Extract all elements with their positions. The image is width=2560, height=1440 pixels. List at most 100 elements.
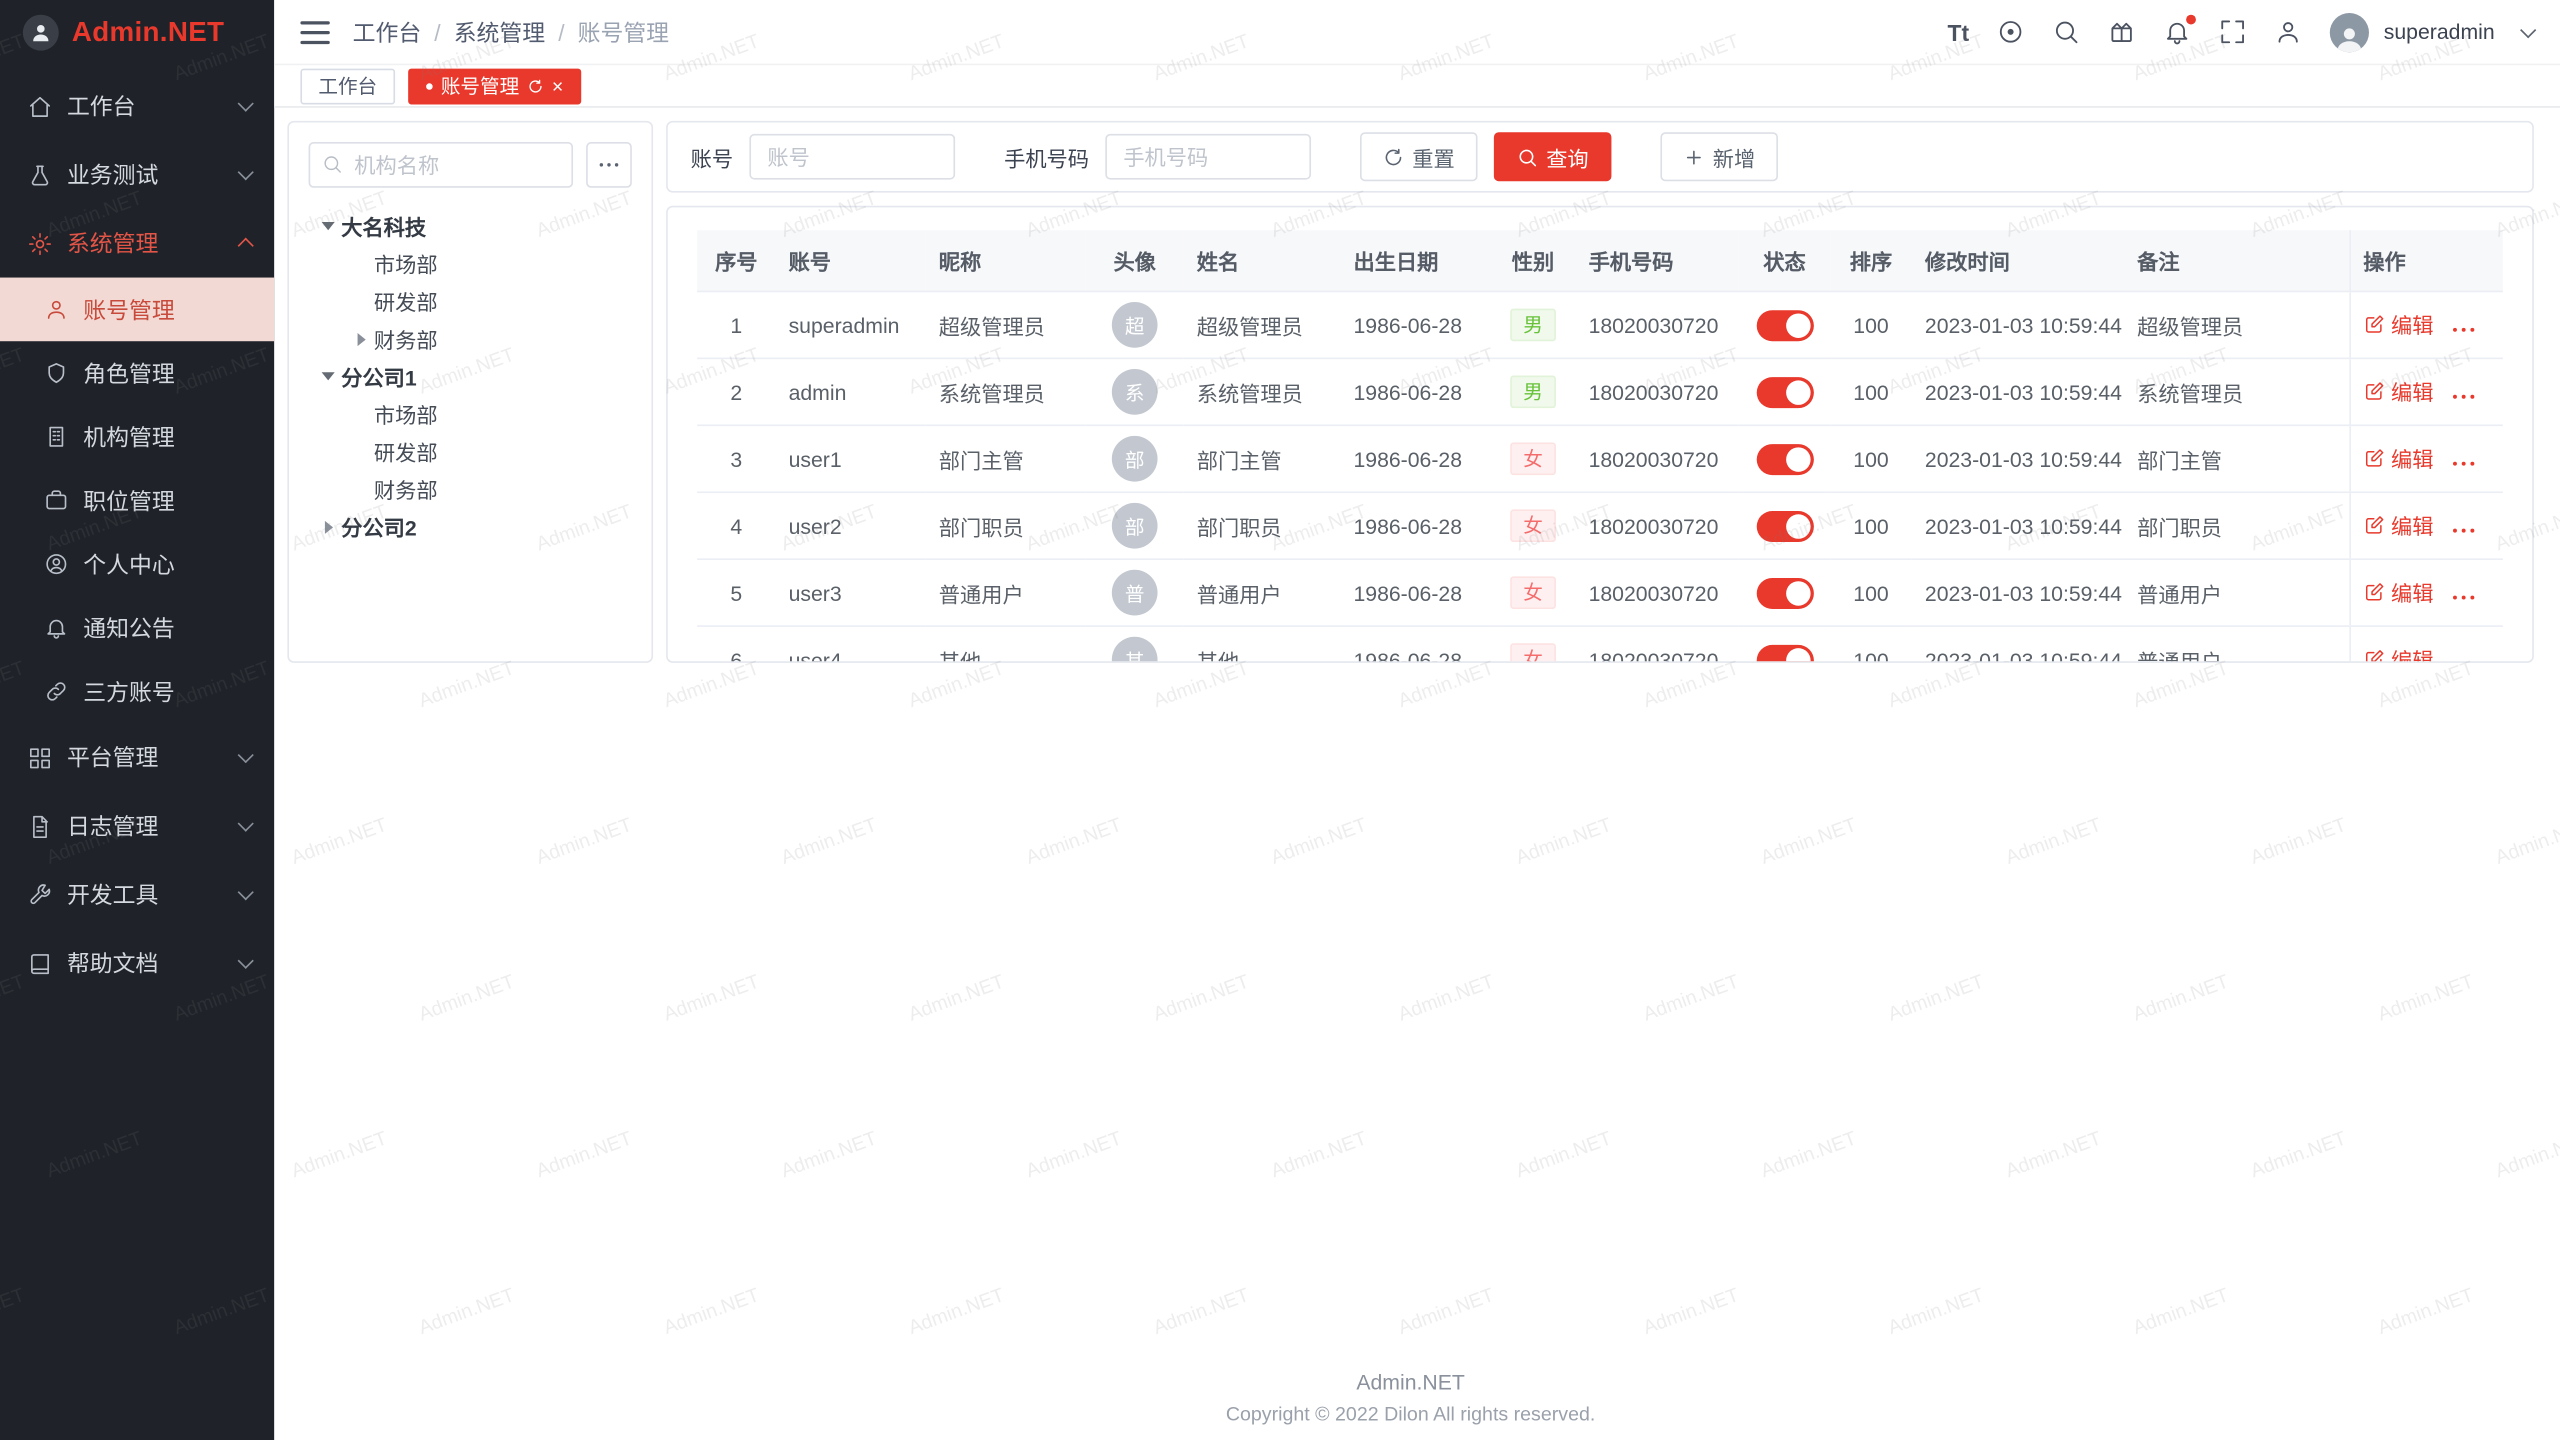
sidebar-item-label: 平台管理: [67, 741, 225, 774]
sidebar-item-help-docs[interactable]: 帮助文档: [0, 929, 274, 998]
sidebar-item-label: 机构管理: [83, 420, 174, 453]
tree-node[interactable]: 研发部: [348, 282, 632, 320]
tree-node-label: 分公司1: [341, 361, 416, 392]
user-settings-icon[interactable]: [2274, 18, 2302, 46]
sidebar-item-platform-mgmt[interactable]: 平台管理: [0, 723, 274, 792]
col-header: 出生日期: [1340, 230, 1490, 291]
sidebar-item-org-mgmt[interactable]: 机构管理: [0, 405, 274, 469]
tree-node[interactable]: 分公司1: [315, 358, 632, 396]
account-input[interactable]: [749, 134, 955, 180]
footer-copyright: Copyright © 2022 Dilon All rights reserv…: [287, 1402, 2534, 1425]
close-icon[interactable]: ×: [552, 76, 563, 96]
tree-more-button[interactable]: [586, 142, 632, 188]
sidebar-item-position-mgmt[interactable]: 职位管理: [0, 469, 274, 533]
org-tree-panel: 大名科技 市场部 研发部 财务部: [287, 121, 653, 663]
tab-label: 账号管理: [441, 72, 519, 100]
breadcrumb-item[interactable]: 工作台: [353, 16, 422, 49]
status-toggle[interactable]: [1756, 510, 1813, 541]
org-search-input[interactable]: [309, 142, 573, 188]
menu-collapse-icon[interactable]: [300, 20, 329, 43]
more-actions-icon[interactable]: [2450, 452, 2476, 475]
tree-node[interactable]: 研发部: [348, 433, 632, 471]
caret-down-icon[interactable]: [315, 372, 341, 380]
tab-account-mgmt[interactable]: 账号管理 ×: [408, 68, 581, 104]
username[interactable]: superadmin: [2384, 20, 2495, 44]
search-icon[interactable]: [2052, 18, 2080, 46]
breadcrumb-item[interactable]: 系统管理: [454, 16, 545, 49]
reset-button[interactable]: 重置: [1360, 132, 1478, 181]
avatar[interactable]: [2330, 12, 2369, 51]
gender-badge: 女: [1510, 442, 1556, 475]
sidebar-item-log-mgmt[interactable]: 日志管理: [0, 792, 274, 861]
theme-dot-icon[interactable]: [1997, 18, 2025, 46]
caret-right-icon[interactable]: [315, 520, 341, 533]
status-toggle[interactable]: [1756, 309, 1813, 340]
tree-node[interactable]: 分公司2: [315, 508, 632, 546]
accounts-table-panel: 序号 账号 昵称 头像 姓名 出生日期 性别 手机号码 状态 排序: [666, 206, 2534, 663]
notification-bell-icon[interactable]: [2163, 18, 2191, 46]
add-button[interactable]: 新增: [1661, 132, 1779, 181]
edit-button[interactable]: 编辑: [2363, 443, 2433, 474]
edit-button[interactable]: 编辑: [2363, 510, 2433, 541]
chevron-down-icon: [238, 96, 254, 112]
more-actions-icon[interactable]: [2450, 318, 2476, 341]
sidebar-item-label: 日志管理: [67, 810, 225, 843]
status-toggle[interactable]: [1756, 644, 1813, 663]
caret-down-icon[interactable]: [315, 222, 341, 230]
sidebar-item-dev-tools[interactable]: 开发工具: [0, 860, 274, 929]
accounts-table: 序号 账号 昵称 头像 姓名 出生日期 性别 手机号码 状态 排序: [697, 230, 2503, 663]
query-button[interactable]: 查询: [1494, 132, 1612, 181]
footer-title: Admin.NET: [287, 1370, 2534, 1394]
sidebar-item-label: 开发工具: [67, 878, 225, 911]
edit-button[interactable]: 编辑: [2363, 376, 2433, 407]
app-root: Admin.NET 工作台 业务测试 系统管理 账号管理: [0, 0, 2560, 1440]
phone-input[interactable]: [1105, 134, 1311, 180]
tree-node[interactable]: 市场部: [348, 245, 632, 283]
edit-button[interactable]: 编辑: [2363, 577, 2433, 608]
flask-icon: [28, 162, 52, 186]
status-toggle[interactable]: [1756, 443, 1813, 474]
sidebar-item-workbench[interactable]: 工作台: [0, 72, 274, 141]
more-actions-icon[interactable]: [2450, 385, 2476, 408]
tree-node[interactable]: 市场部: [348, 395, 632, 433]
brand-logo[interactable]: Admin.NET: [0, 0, 274, 65]
caret-right-icon[interactable]: [348, 332, 374, 345]
chevron-down-icon[interactable]: [2520, 21, 2536, 37]
more-actions-icon[interactable]: [2450, 653, 2476, 663]
edit-button[interactable]: 编辑: [2363, 644, 2433, 663]
tree-node[interactable]: 财务部: [348, 320, 632, 358]
gender-badge: 女: [1510, 643, 1556, 663]
gender-badge: 男: [1510, 376, 1556, 409]
fullscreen-icon[interactable]: [2219, 18, 2247, 46]
user-circle-icon: [44, 552, 68, 576]
skin-theme-icon[interactable]: [2108, 18, 2136, 46]
org-tree: 大名科技 市场部 研发部 财务部: [309, 207, 632, 545]
status-toggle[interactable]: [1756, 376, 1813, 407]
gender-badge: 女: [1510, 509, 1556, 542]
refresh-icon[interactable]: [527, 78, 543, 94]
more-actions-icon[interactable]: [2450, 519, 2476, 542]
sidebar-item-third-party-account[interactable]: 三方账号: [0, 660, 274, 724]
sidebar-item-personal-center[interactable]: 个人中心: [0, 532, 274, 596]
chevron-down-icon: [238, 747, 254, 763]
link-icon: [44, 679, 68, 703]
sidebar-item-system-mgmt[interactable]: 系统管理: [0, 209, 274, 278]
sidebar-item-business-test[interactable]: 业务测试: [0, 140, 274, 209]
gender-badge: 女: [1510, 576, 1556, 609]
status-toggle[interactable]: [1756, 577, 1813, 608]
sidebar-menu: 工作台 业务测试 系统管理 账号管理 角色管理: [0, 65, 274, 1440]
font-size-icon[interactable]: Tt: [1947, 20, 1969, 43]
tree-node[interactable]: 财务部: [348, 470, 632, 508]
edit-button[interactable]: 编辑: [2363, 309, 2433, 340]
sidebar-item-account-mgmt[interactable]: 账号管理: [0, 278, 274, 342]
notification-badge: [2186, 15, 2196, 25]
more-actions-icon[interactable]: [2450, 586, 2476, 609]
sidebar-item-label: 帮助文档: [67, 947, 225, 980]
sidebar-item-role-mgmt[interactable]: 角色管理: [0, 341, 274, 405]
edit-icon: [2363, 649, 2384, 663]
sidebar-item-label: 通知公告: [83, 611, 174, 644]
tree-node[interactable]: 大名科技: [315, 207, 632, 245]
sidebar-item-notice[interactable]: 通知公告: [0, 596, 274, 660]
tab-workbench[interactable]: 工作台: [300, 68, 395, 104]
reset-label: 重置: [1412, 141, 1454, 172]
